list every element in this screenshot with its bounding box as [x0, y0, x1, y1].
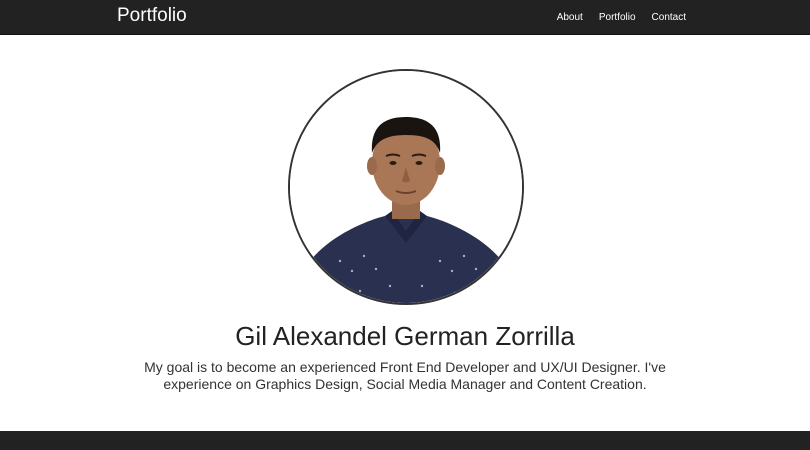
footer-bar — [0, 431, 810, 450]
brand-link[interactable]: Portfolio — [117, 5, 187, 27]
profile-name: Gil Alexandel German Zorrilla — [235, 321, 575, 351]
nav-links: About Portfolio Contact — [557, 0, 686, 34]
nav-link-contact[interactable]: Contact — [652, 12, 686, 23]
profile-photo — [290, 71, 522, 303]
profile-bio: My goal is to become an experienced Fron… — [144, 359, 666, 392]
profile-avatar — [288, 69, 524, 305]
nav-link-about[interactable]: About — [557, 12, 583, 23]
top-navbar: Portfolio About Portfolio Contact — [0, 0, 810, 35]
nav-link-portfolio[interactable]: Portfolio — [599, 12, 636, 23]
